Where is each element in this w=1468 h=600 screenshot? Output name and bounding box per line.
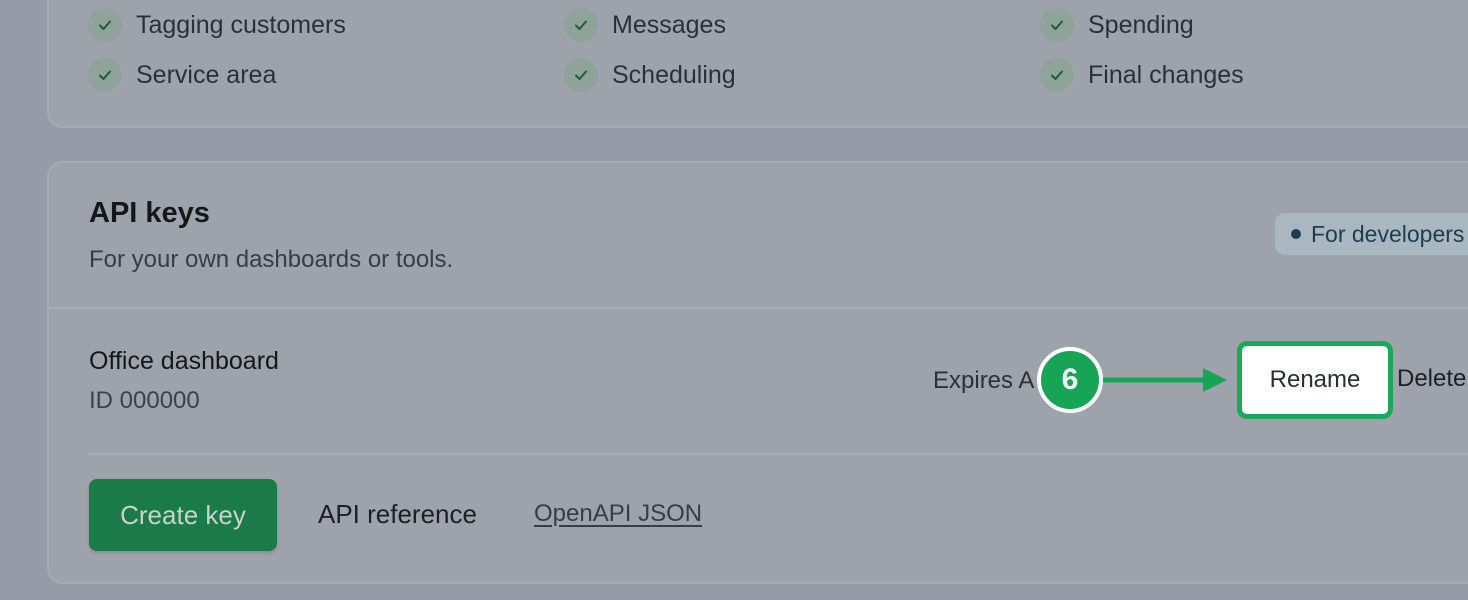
permission-item: Scheduling [564, 57, 736, 93]
permission-label: Scheduling [612, 60, 736, 89]
arrow-right-icon [1095, 368, 1227, 392]
permission-item: Spending [1040, 7, 1194, 43]
key-expiry: Expires A [933, 367, 1035, 394]
delete-button[interactable]: Delete [1397, 365, 1466, 393]
developers-badge: For developers [1275, 213, 1468, 255]
check-icon [88, 8, 122, 42]
section-subtitle: For your own dashboards or tools. [89, 246, 454, 273]
openapi-json-link[interactable]: OpenAPI JSON [534, 500, 702, 528]
step-number-badge: 6 [1037, 347, 1103, 413]
permission-item: Messages [564, 7, 726, 43]
check-icon [564, 8, 598, 42]
permission-item: Tagging customers [88, 7, 346, 43]
key-id: ID 000000 [89, 387, 200, 414]
permission-item: Service area [88, 57, 276, 93]
permission-label: Spending [1088, 10, 1194, 39]
permission-label: Tagging customers [136, 10, 346, 39]
permission-label: Final changes [1088, 60, 1244, 89]
check-icon [1040, 58, 1074, 92]
key-name: Office dashboard [89, 347, 279, 375]
section-divider [49, 307, 1468, 309]
rename-button[interactable]: Rename [1237, 341, 1393, 419]
section-title: API keys [89, 197, 210, 229]
check-icon [1040, 8, 1074, 42]
row-divider [89, 453, 1468, 455]
permission-item: Final changes [1040, 57, 1244, 93]
permission-label: Messages [612, 10, 726, 39]
api-reference-link[interactable]: API reference [318, 499, 477, 530]
status-dot-icon [1291, 229, 1301, 239]
create-key-button[interactable]: Create key [89, 479, 277, 551]
check-icon [564, 58, 598, 92]
developers-badge-label: For developers [1311, 220, 1465, 247]
check-icon [88, 58, 122, 92]
permission-label: Service area [136, 60, 277, 89]
